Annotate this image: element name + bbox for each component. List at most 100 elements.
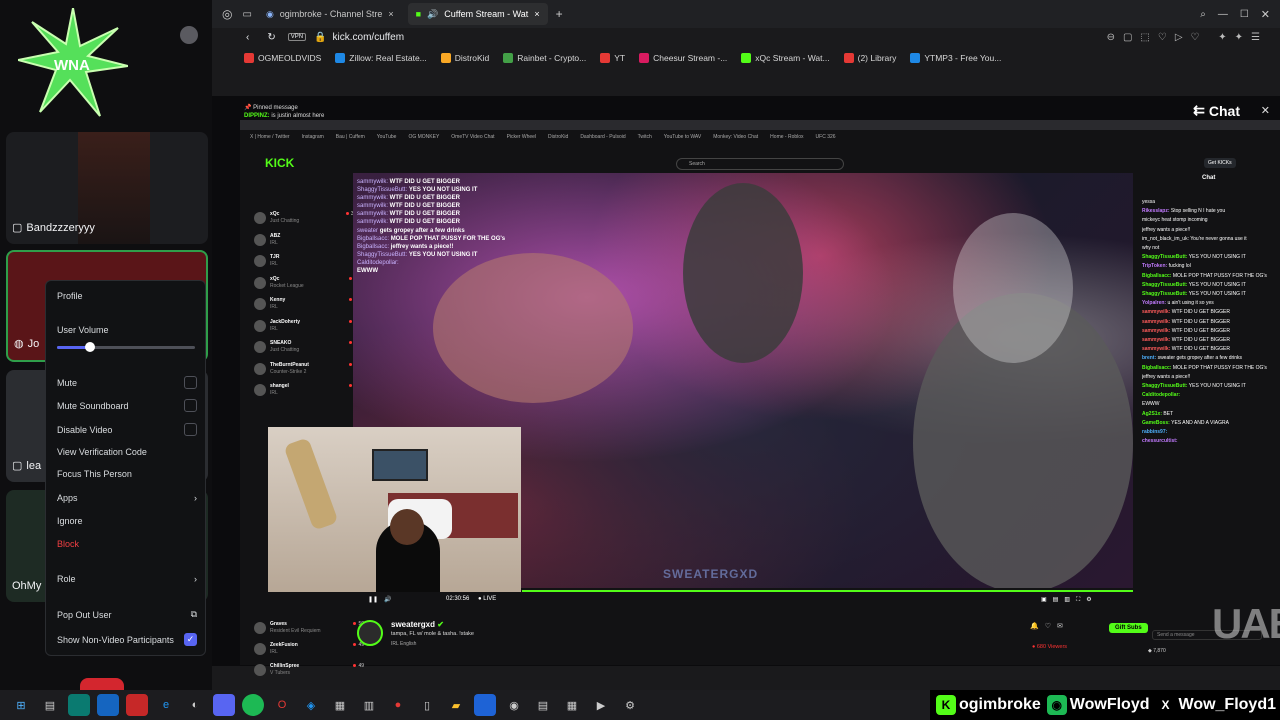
chat-toggle-button[interactable]: ⇇ Chat [1193,102,1240,119]
user-volume-slider[interactable] [57,342,195,352]
following-channel[interactable]: TheBurntPeanutCounter-Strike 22.3K [254,361,364,381]
disable-video-checkbox[interactable] [184,423,197,436]
app-icon[interactable]: ◈ [300,694,322,716]
progress-bar[interactable] [522,590,1133,592]
menu-profile[interactable]: Profile [57,291,197,301]
menu-disable-video[interactable]: Disable Video [57,423,197,436]
search-input[interactable]: Search [676,158,844,170]
menu-show-non-video[interactable]: Show Non-Video Participants ✓ [57,633,197,646]
chat-message[interactable]: ShaggyTissueButt: YES YOU NOT USING IT [1142,253,1280,262]
get-kicks-button[interactable]: Get KICKs [1204,158,1236,168]
following-channel[interactable]: JackDohertyIRL4.4K [254,318,364,338]
show-non-video-checkbox[interactable]: ✓ [184,633,197,646]
edge-icon[interactable]: e [155,694,177,716]
chat-message[interactable]: sammywilk: WTF DID U GET BIGGER [1142,308,1280,317]
following-channel[interactable]: xQcRocket League6.5K [254,275,364,295]
following-channel[interactable]: ZeekFusion IRL 49 [254,641,364,661]
settings-icon[interactable]: ⚙ [619,694,641,716]
toolbar-icons[interactable]: ⊖▢⬚♡▷♡ ✦✦☰ [1107,32,1268,43]
pause-icon[interactable]: ❚❚ [368,596,378,603]
tabs-icon[interactable]: ▭ [242,9,251,20]
task-view-icon[interactable]: ▤ [39,694,61,716]
obs-icon[interactable]: ◉ [503,694,525,716]
menu-mute[interactable]: Mute [57,376,197,389]
chat-message[interactable]: chessurcultist: [1142,437,1280,446]
following-channel[interactable]: GravesResident Evil Requiem50 [254,620,364,640]
opera-icon[interactable]: O [271,694,293,716]
chat-message[interactable]: sammywilk: WTF DID U GET BIGGER [1142,345,1280,354]
app-icon[interactable]: ● [387,694,409,716]
menu-block[interactable]: Block [57,539,197,549]
stream-tags[interactable]: IRL English [391,641,416,647]
channel-name[interactable]: sweatergxd [391,620,435,629]
calculator-icon[interactable]: ▦ [561,694,583,716]
windows-start-icon[interactable]: ⊞ [10,694,32,716]
chat-message[interactable]: Bigballsacc: MOLE POP THAT PUSSY FOR THE… [1142,272,1280,281]
chat-message[interactable]: Bigballsacc: MOLE POP THAT PUSSY FOR THE… [1142,364,1280,373]
discord-icon[interactable] [213,694,235,716]
chat-message[interactable]: jeffrey wants a piece!! [1142,373,1280,382]
kick-logo[interactable]: KICK [265,156,294,170]
bookmark-item[interactable]: xQc Stream - Wat... [741,53,830,63]
video-tile[interactable]: ▢ Bandzzzeryyy [6,132,208,244]
url-field[interactable]: kick.com/cuffem [333,32,405,43]
app-icon[interactable] [68,694,90,716]
chat-message[interactable]: Ag2S1x: BET [1142,410,1280,419]
vpn-badge[interactable]: VPN [287,33,307,41]
folder-icon[interactable]: ▰ [445,694,467,716]
notepad-icon[interactable]: ▤ [532,694,554,716]
chat-message[interactable]: GameBoss: YES AND AND A VIAGRA [1142,419,1280,428]
bookmark-item[interactable]: Cheesur Stream -... [639,53,727,63]
mute-soundboard-checkbox[interactable] [184,399,197,412]
menu-mute-soundboard[interactable]: Mute Soundboard [57,399,197,412]
following-channel[interactable]: shangelIRL1.7K [254,382,364,402]
slider-knob[interactable] [85,342,95,352]
app-icon[interactable] [474,694,496,716]
spotify-icon[interactable] [242,694,264,716]
photos-icon[interactable] [97,694,119,716]
chat-message[interactable]: rabbins97: [1142,428,1280,437]
following-channel[interactable]: TJRIRL7K [254,253,364,273]
channel-avatar[interactable] [357,620,383,646]
mute-checkbox[interactable] [184,376,197,389]
chat-message[interactable]: jeffrey wants a piece!! [1142,226,1280,235]
bookmark-item[interactable]: Zillow: Real Estate... [335,53,427,63]
menu-focus[interactable]: Focus This Person [57,469,197,479]
file-icon[interactable]: ▯ [416,694,438,716]
volume-icon[interactable]: 🔊 [384,596,391,603]
bookmark-item[interactable]: YTMP3 - Free You... [910,53,1001,63]
search-icon[interactable]: ⌕ [1200,9,1206,20]
epic-icon[interactable]: ▦ [329,694,351,716]
close-icon[interactable]: × [534,9,539,19]
chat-message[interactable]: TripToken: fucking lol [1142,262,1280,271]
bookmark-item[interactable]: YT [600,53,625,63]
reload-icon[interactable]: ↻ [267,32,275,43]
following-channel[interactable]: ChillinSpree V Tubers 49 [254,662,364,682]
bookmark-item[interactable]: (2) Library [843,53,896,63]
minimize-icon[interactable]: — [1218,9,1228,20]
media-player-icon[interactable]: ▶ [590,694,612,716]
chat-message[interactable]: sammywilk: WTF DID U GET BIGGER [1142,336,1280,345]
chat-message[interactable]: ShaggyTissueButt: YES YOU NOT USING IT [1142,290,1280,299]
avatar[interactable] [180,26,198,44]
chat-message[interactable]: brent: sweater gets gropey after a few d… [1142,354,1280,363]
chat-message[interactable]: ShaggyTissueButt: YES YOU NOT USING IT [1142,382,1280,391]
chat-message[interactable]: EWWW [1142,400,1280,409]
following-channel[interactable]: xQcJust Chatting34.4K [254,210,364,230]
chat-message[interactable]: im_not_black_im_uk: You're never gonna u… [1142,235,1280,244]
menu-apps[interactable]: Apps › [57,493,197,503]
bookmark-item[interactable]: OGMEOLDVIDS [244,53,321,63]
back-icon[interactable]: ‹ [246,32,249,43]
opera-icon[interactable]: ◎ [222,7,232,21]
following-channel[interactable]: KennyIRL4.8K [254,296,364,316]
follow-action-icons[interactable]: 🔔♡✉ [1030,622,1069,630]
chat-message[interactable]: ShaggyTissueButt: YES YOU NOT USING IT [1142,281,1280,290]
close-icon[interactable]: × [388,9,393,19]
chat-message[interactable]: sammywilk: WTF DID U GET BIGGER [1142,318,1280,327]
tab-ogimbroke[interactable]: ◉ ogimbroke - Channel Stre × [258,3,402,25]
menu-view-verification[interactable]: View Verification Code [57,447,197,457]
maximize-icon[interactable]: ☐ [1240,9,1249,20]
chat-message[interactable]: sammywilk: WTF DID U GET BIGGER [1142,327,1280,336]
chat-message[interactable]: why not [1142,244,1280,253]
chat-message[interactable]: yessa [1142,198,1280,207]
